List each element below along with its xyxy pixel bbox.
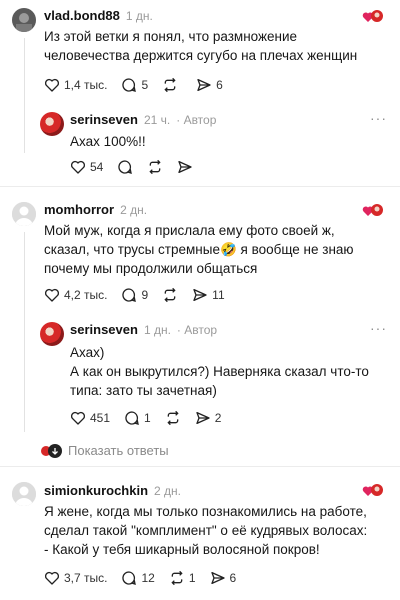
reply-avatars <box>40 443 62 458</box>
comment-text: Мой муж, когда я прислала ему фото своей… <box>44 223 354 276</box>
comment-header: vlad.bond88 1 дн. <box>44 8 153 23</box>
avatar[interactable] <box>40 112 64 136</box>
author-label: · Автор <box>176 113 217 127</box>
like-count: 1,4 тыс. <box>64 78 108 92</box>
show-replies-button[interactable]: Показать ответы <box>40 443 169 458</box>
send-icon <box>178 161 193 173</box>
repost-icon <box>149 159 161 175</box>
comment-actions: 4,2 тыс. 9 11 <box>44 287 239 303</box>
repost-button[interactable] <box>162 287 178 303</box>
comment-header: simionkurochkin 2 дн. <box>44 483 181 498</box>
repost-button[interactable]: 1 <box>169 570 196 586</box>
send-icon <box>196 412 210 424</box>
share-button[interactable] <box>177 159 193 175</box>
send-icon <box>193 289 207 301</box>
repost-icon <box>164 77 176 93</box>
repost-icon <box>167 410 179 426</box>
heart-icon <box>44 288 60 302</box>
share-button[interactable]: 6 <box>196 77 223 93</box>
like-count: 4,2 тыс. <box>64 288 108 302</box>
heart-icon <box>44 571 60 585</box>
like-count: 451 <box>90 411 111 425</box>
avatar[interactable] <box>12 8 36 32</box>
comment-actions: 3,7 тыс. 12 1 6 <box>44 570 250 586</box>
like-button[interactable]: 451 <box>70 410 110 426</box>
reply-count: 5 <box>141 78 149 92</box>
reply-count: 12 <box>141 571 155 585</box>
comment-text: Ахах) А как он выкрутился?) Наверняка ск… <box>70 345 369 398</box>
liked-by-author-icon <box>362 484 383 496</box>
comment-icon <box>122 78 137 92</box>
comment-text: Ахах 100%!! <box>70 134 146 149</box>
like-button[interactable]: 3,7 тыс. <box>44 570 107 586</box>
comment-actions: 451 1 2 <box>70 410 235 426</box>
comment-icon <box>125 411 139 425</box>
timestamp: 1 дн. <box>125 9 153 23</box>
repost-button[interactable] <box>147 159 163 175</box>
comment-actions: 1,4 тыс. 5 6 <box>44 77 237 93</box>
timestamp: 2 дн. <box>120 203 148 217</box>
username[interactable]: serinseven <box>70 112 138 127</box>
username[interactable]: vlad.bond88 <box>44 8 120 23</box>
heart-icon <box>44 78 60 92</box>
like-button[interactable]: 54 <box>70 159 103 175</box>
avatar[interactable] <box>12 482 36 506</box>
share-count: 6 <box>229 571 237 585</box>
share-count: 11 <box>212 288 225 302</box>
thread-line <box>24 38 25 153</box>
timestamp: 2 дн. <box>154 484 182 498</box>
send-icon <box>210 572 225 584</box>
repost-button[interactable] <box>162 77 182 93</box>
show-replies-label: Показать ответы <box>68 443 169 458</box>
comment-icon <box>122 571 137 585</box>
username[interactable]: serinseven <box>70 322 138 337</box>
repost-icon <box>164 287 176 303</box>
reply-button[interactable]: 1 <box>124 410 151 426</box>
liked-by-author-icon <box>362 204 383 216</box>
thread-line <box>24 232 25 432</box>
like-button[interactable]: 4,2 тыс. <box>44 287 107 303</box>
like-count: 3,7 тыс. <box>64 571 108 585</box>
avatar[interactable] <box>40 322 64 346</box>
reply-button[interactable]: 9 <box>121 287 148 303</box>
comment-text: Из этой ветки я понял, что размножение ч… <box>44 29 358 63</box>
send-icon <box>197 79 211 91</box>
author-label: · Автор <box>176 323 218 337</box>
comment-icon <box>118 160 133 174</box>
share-button[interactable]: 11 <box>192 287 225 303</box>
comment-header: serinseven 1 дн. · Автор <box>70 322 217 337</box>
comment-text: Я жене, когда мы только познакомились на… <box>44 504 368 557</box>
like-count: 54 <box>90 160 104 174</box>
comment-header: momhorror 2 дн. <box>44 202 147 217</box>
share-button[interactable]: 6 <box>210 570 237 586</box>
divider <box>0 186 400 187</box>
timestamp: 1 дн. <box>143 323 171 337</box>
repost-button[interactable] <box>165 410 181 426</box>
share-button[interactable]: 2 <box>195 410 222 426</box>
reply-button[interactable]: 12 <box>121 570 155 586</box>
comment-actions: 54 <box>70 159 207 175</box>
comment-header: serinseven 21 ч. · Автор <box>70 112 216 127</box>
like-button[interactable]: 1,4 тыс. <box>44 77 107 93</box>
arrow-down-icon <box>52 447 58 455</box>
more-options-button[interactable]: ··· <box>370 110 387 126</box>
avatar[interactable] <box>12 202 36 226</box>
more-options-button[interactable]: ··· <box>370 320 387 336</box>
reply-count: 1 <box>144 411 151 425</box>
comment-icon <box>122 288 137 302</box>
repost-count: 1 <box>188 571 196 585</box>
username[interactable]: momhorror <box>44 202 114 217</box>
share-count: 2 <box>214 411 222 425</box>
share-count: 6 <box>216 78 223 92</box>
reply-button[interactable]: 5 <box>121 77 148 93</box>
heart-icon <box>70 160 86 174</box>
liked-by-author-icon <box>362 10 383 22</box>
timestamp: 21 ч. <box>143 113 171 127</box>
reply-count: 9 <box>141 288 149 302</box>
reply-button[interactable] <box>117 159 133 175</box>
divider <box>0 466 400 467</box>
heart-icon <box>70 411 86 425</box>
username[interactable]: simionkurochkin <box>44 483 148 498</box>
repost-icon <box>171 570 183 586</box>
